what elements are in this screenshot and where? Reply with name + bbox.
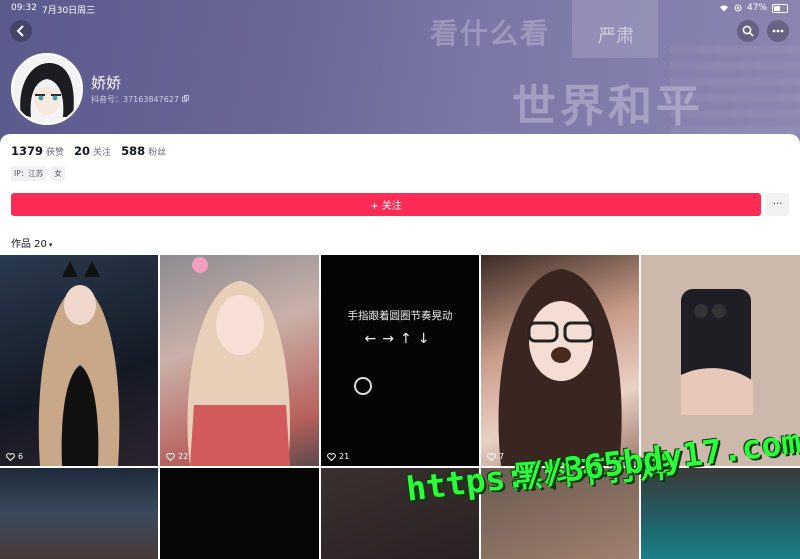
works-tab[interactable]: 作品 20 ▾ bbox=[11, 235, 52, 250]
rotation-lock-icon bbox=[734, 4, 742, 12]
search-icon bbox=[742, 25, 754, 37]
stat-followers-label: 粉丝 bbox=[148, 148, 167, 158]
copy-icon[interactable] bbox=[181, 95, 189, 102]
status-bar: 09:32 7月30日周三 47% bbox=[0, 0, 800, 16]
like-count-value: 22 bbox=[178, 452, 189, 461]
heart-icon bbox=[166, 452, 175, 461]
stat-likes-label: 获赞 bbox=[46, 148, 65, 158]
video-thumbnail[interactable]: 7 bbox=[481, 255, 639, 466]
thumbnail-image bbox=[38, 261, 120, 466]
like-count-value: 21 bbox=[339, 452, 350, 461]
status-time: 09:32 bbox=[11, 3, 37, 13]
thumbnail-caption: 手指跟着圆圈节奏晃动 bbox=[347, 310, 453, 322]
thumbnail-image bbox=[187, 257, 290, 466]
circle-ring-icon bbox=[354, 377, 372, 395]
heart-icon bbox=[327, 452, 336, 461]
stat-followers[interactable]: 588 粉丝 bbox=[121, 144, 166, 158]
avatar-illustration bbox=[13, 55, 81, 123]
thumbnail-image bbox=[498, 269, 622, 466]
follow-more-button[interactable]: ··· bbox=[766, 193, 789, 216]
stat-likes-value: 1379 bbox=[11, 144, 44, 158]
stat-likes[interactable]: 1379 获赞 bbox=[11, 144, 64, 158]
caret-down-icon: ▾ bbox=[48, 241, 53, 249]
like-count-value: 6 bbox=[18, 452, 24, 461]
banner-watermark-1: 看什么看 bbox=[430, 17, 551, 50]
banner-watermark-3: 严肃 bbox=[598, 26, 634, 47]
stat-followers-value: 588 bbox=[121, 144, 146, 158]
tag-gender: 女 bbox=[51, 166, 65, 181]
status-date: 7月30日周三 bbox=[42, 6, 96, 16]
battery-percent: 47% bbox=[746, 3, 767, 13]
video-thumbnail[interactable]: 6 bbox=[0, 255, 158, 466]
stat-following-value: 20 bbox=[74, 144, 91, 158]
back-button[interactable] bbox=[10, 20, 32, 42]
video-thumbnail[interactable]: 22 bbox=[160, 255, 319, 466]
profile-tags: IP：江苏 女 bbox=[11, 166, 65, 181]
like-count: 21 bbox=[327, 452, 349, 461]
stat-following-label: 关注 bbox=[93, 148, 112, 158]
more-dots-icon bbox=[772, 29, 784, 33]
video-thumbnail[interactable] bbox=[0, 468, 158, 559]
wifi-icon bbox=[719, 5, 728, 12]
avatar[interactable] bbox=[11, 53, 83, 125]
profile-nickname: 娇娇 bbox=[91, 74, 122, 92]
thumbnail-arrows: ←→↑↓ bbox=[364, 331, 436, 347]
like-count: 6 bbox=[6, 452, 23, 461]
more-options-button[interactable] bbox=[767, 20, 789, 42]
video-thumbnail[interactable] bbox=[160, 468, 319, 559]
video-thumbnail[interactable]: 手指跟着圆圈节奏晃动 ←→↑↓ 21 bbox=[321, 255, 479, 466]
tag-ip-location: IP：江苏 bbox=[11, 166, 47, 181]
douyin-id-text: 抖音号：37163847627 bbox=[91, 95, 179, 104]
chevron-left-icon bbox=[16, 25, 24, 37]
heart-icon bbox=[6, 452, 15, 461]
follow-button[interactable]: + 关注 bbox=[11, 193, 761, 216]
works-label: 作品 20 bbox=[11, 239, 47, 250]
douyin-id[interactable]: 抖音号：37163847627 bbox=[91, 94, 189, 105]
like-count: 22 bbox=[166, 452, 188, 461]
stat-following[interactable]: 20 关注 bbox=[74, 144, 111, 158]
search-button[interactable] bbox=[737, 20, 759, 42]
profile-stats: 1379 获赞 20 关注 588 粉丝 bbox=[11, 144, 166, 158]
battery-icon bbox=[772, 3, 788, 13]
